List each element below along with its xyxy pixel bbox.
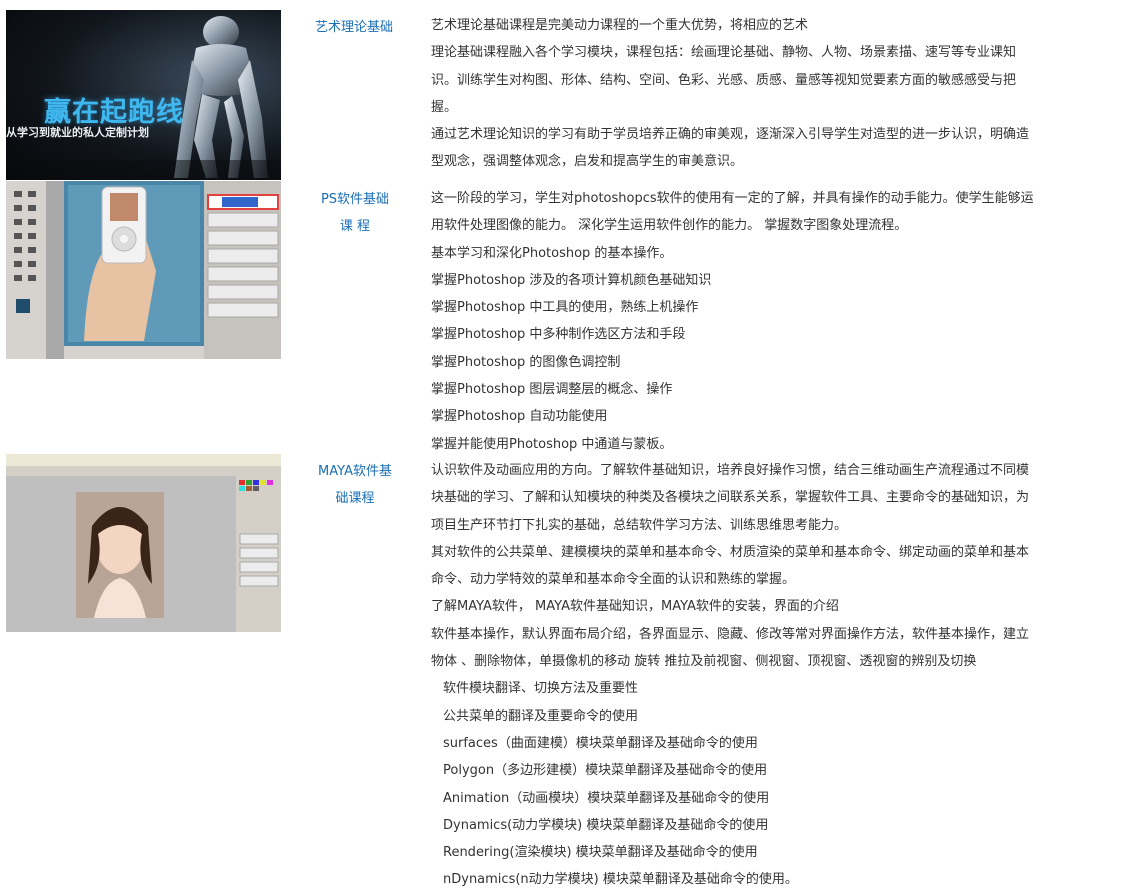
- paragraph: 基本学习和深化Photoshop 的基本操作。: [431, 245, 673, 261]
- section-label-ps: PS软件基础 课 程: [312, 186, 398, 240]
- section-content-ps: 这一阶段的学习，学生对photoshopcs软件的使用有一定的了解，并具有操作的…: [431, 185, 1041, 458]
- banner-subline: 从学习到就业的私人定制计划: [6, 126, 149, 139]
- maya-image: [6, 454, 281, 632]
- paragraph: 这一阶段的学习，学生对photoshopcs软件的使用有一定的了解，并具有操作的…: [431, 191, 1034, 234]
- paragraph: 通过艺术理论知识的学习有助于学员培养正确的审美观，逐渐深入引导学生对造型的进一步…: [431, 127, 1030, 170]
- paragraph: 理论基础课程融入各个学习模块，课程包括：绘画理论基础、静物、人物、场景素描、速写…: [431, 45, 1017, 115]
- paragraph: 掌握Photoshop 的图像色调控制: [431, 354, 621, 370]
- indented-item: 软件模块翻译、切换方法及重要性: [443, 681, 639, 697]
- indented-item: Dynamics(动力学模块) 模块菜单翻译及基础命令的使用: [443, 817, 769, 833]
- photoshop-interface: [6, 181, 281, 359]
- indented-item: 公共菜单的翻译及重要命令的使用: [443, 708, 639, 724]
- paragraph: 了解MAYA软件， MAYA软件基础知识，MAYA软件的安装，界面的介绍: [431, 599, 839, 615]
- photoshop-image: [6, 181, 281, 359]
- paragraph: 掌握Photoshop 中工具的使用，熟练上机操作: [431, 300, 699, 316]
- section-label-line: PS软件基础: [320, 192, 390, 207]
- section-label-maya: MAYA软件基 础课程: [308, 458, 402, 512]
- paragraph: 掌握Photoshop 涉及的各项计算机颜色基础知识: [431, 272, 712, 288]
- indented-item: nDynamics(n动力学模块) 模块菜单翻译及基础命令的使用。: [443, 872, 798, 888]
- paragraph: 软件基本操作，默认界面布局介绍，各界面显示、隐藏、修改等常对界面操作方法，软件基…: [431, 626, 1030, 670]
- section-label-text: 艺术理论基础: [314, 20, 393, 35]
- paragraph: 掌握并能使用Photoshop 中通道与蒙板。: [431, 436, 673, 452]
- paragraph: 艺术理论基础课程是完美动力课程的一个重大优势，将相应的艺术: [431, 18, 809, 33]
- banner-image: 赢在起跑线 从学习到就业的私人定制计划: [6, 10, 281, 180]
- section-label-art-theory: 艺术理论基础: [306, 14, 402, 41]
- section-label-line: MAYA软件基: [318, 464, 392, 479]
- paragraph: 掌握Photoshop 自动功能使用: [431, 409, 608, 425]
- section-content-art-theory: 艺术理论基础课程是完美动力课程的一个重大优势，将相应的艺术 理论基础课程融入各个…: [431, 12, 1041, 176]
- paragraph: 掌握Photoshop 中多种制作选区方法和手段: [431, 327, 686, 343]
- paragraph: 其对软件的公共菜单、建模模块的菜单和基本命令、材质渲染的菜单和基本命令、绑定动画…: [431, 544, 1030, 588]
- indented-item: Animation（动画模块）模块菜单翻译及基础命令的使用: [443, 790, 770, 806]
- section-label-line: 课 程: [339, 219, 371, 234]
- indented-item: surfaces（曲面建模）模块菜单翻译及基础命令的使用: [443, 735, 758, 751]
- indented-item: Polygon（多边形建模）模块菜单翻译及基础命令的使用: [443, 763, 768, 779]
- section-label-line: 础课程: [335, 491, 375, 506]
- indented-item: Rendering(渲染模块) 模块菜单翻译及基础命令的使用: [443, 845, 758, 861]
- paragraph: 掌握Photoshop 图层调整层的概念、操作: [431, 382, 673, 398]
- section-content-maya: 认识软件及动画应用的方向。了解软件基础知识，培养良好操作习惯，结合三维动画生产流…: [431, 457, 1041, 894]
- paragraph: 认识软件及动画应用的方向。了解软件基础知识，培养良好操作习惯，结合三维动画生产流…: [431, 463, 1030, 533]
- maya-interface: [6, 454, 281, 632]
